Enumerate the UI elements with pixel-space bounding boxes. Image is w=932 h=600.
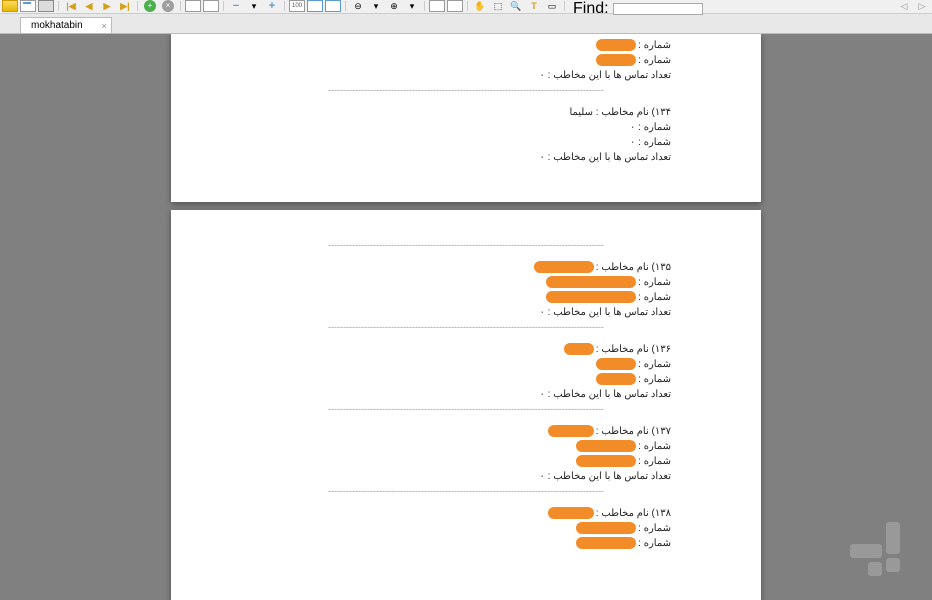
entry-divider: ----------------------------------------… [171, 402, 761, 420]
entry-divider: ----------------------------------------… [171, 83, 761, 101]
prev-page-icon[interactable]: ◀ [81, 0, 97, 12]
select-tool-icon[interactable]: ⬚ [490, 0, 506, 12]
entry-divider: ----------------------------------------… [171, 320, 761, 338]
separator [284, 1, 285, 11]
redaction [548, 507, 594, 519]
contact-entry: ۱۳۸) نام مخاطب :شماره :شماره : [171, 502, 761, 551]
sound-prev-icon[interactable]: ◁ [896, 0, 912, 12]
zoom-dropdown-icon[interactable]: ▾ [246, 0, 262, 12]
separator [137, 1, 138, 11]
redaction [596, 54, 636, 66]
zoom-out-icon[interactable]: − [228, 0, 244, 12]
pages-icon[interactable] [447, 0, 463, 12]
contact-number-line: شماره : [171, 290, 671, 305]
contact-entry: شماره :شماره :تعداد تماس ها با این مخاطب… [171, 34, 761, 83]
highlight-icon[interactable]: ▭ [544, 0, 560, 12]
separator [180, 1, 181, 11]
redaction [596, 39, 636, 51]
zoom-100-icon[interactable]: 100 [289, 0, 305, 12]
redaction [596, 373, 636, 385]
entry-divider: ----------------------------------------… [171, 484, 761, 502]
contact-name-line: ۱۳۶) نام مخاطب : [171, 342, 671, 357]
contact-name-line: ۱۳۴) نام مخاطب : سلیما [171, 105, 671, 120]
find-box: Find: [573, 0, 703, 18]
separator [58, 1, 59, 11]
contact-number-line: شماره : [171, 38, 671, 53]
zoom-dropdown3-icon[interactable]: ▾ [404, 0, 420, 12]
redaction [564, 343, 594, 355]
contact-number-line: شماره : [171, 275, 671, 290]
pdf-page: شماره :شماره :تعداد تماس ها با این مخاطب… [171, 34, 761, 202]
tab-bar: mokhatabin × [0, 14, 932, 34]
entry-divider: ----------------------------------------… [171, 238, 761, 256]
hand-tool-icon[interactable]: ✋ [472, 0, 488, 12]
next-page-icon[interactable]: ▶ [99, 0, 115, 12]
document-viewport[interactable]: شماره :شماره :تعداد تماس ها با این مخاطب… [0, 34, 932, 600]
single-page-icon[interactable] [185, 0, 201, 12]
redaction [534, 261, 594, 273]
contact-calls-line: تعداد تماس ها با این مخاطب : ۰ [171, 469, 671, 484]
contact-name-line: ۱۳۵) نام مخاطب : [171, 260, 671, 275]
contact-number-line: شماره : [171, 357, 671, 372]
nav-stop-icon[interactable]: × [160, 0, 176, 12]
separator [467, 1, 468, 11]
tab-title: mokhatabin [31, 20, 83, 31]
contact-name-line: ۱۳۸) نام مخاطب : [171, 506, 671, 521]
contact-name-line: ۱۳۷) نام مخاطب : [171, 424, 671, 439]
redaction [576, 455, 636, 467]
redaction [546, 291, 636, 303]
contact-calls-line: تعداد تماس ها با این مخاطب : ۰ [171, 150, 671, 165]
open-icon[interactable] [2, 0, 18, 12]
zoom-in-circle-icon[interactable]: ⊕ [386, 0, 402, 12]
zoom-in-icon[interactable]: + [264, 0, 280, 12]
contact-number-line: شماره : ۰ [171, 135, 671, 150]
contact-entry: ۱۳۶) نام مخاطب :شماره :شماره :تعداد تماس… [171, 338, 761, 402]
redaction [576, 522, 636, 534]
contact-number-line: شماره : ۰ [171, 120, 671, 135]
close-tab-icon[interactable]: × [101, 21, 106, 31]
contact-calls-line: تعداد تماس ها با این مخاطب : ۰ [171, 68, 671, 83]
contact-number-line: شماره : [171, 536, 671, 551]
redaction [576, 440, 636, 452]
contact-entry: ۱۳۵) نام مخاطب :شماره :شماره :تعداد تماس… [171, 256, 761, 320]
first-page-icon[interactable]: |◀ [63, 0, 79, 12]
print-icon[interactable] [38, 0, 54, 12]
redaction [576, 537, 636, 549]
find-label: Find: [573, 0, 609, 18]
separator [345, 1, 346, 11]
contact-entry: ۱۳۴) نام مخاطب : سلیماشماره : ۰شماره : ۰… [171, 101, 761, 165]
sound-next-icon[interactable]: ▷ [914, 0, 930, 12]
nav-add-icon[interactable]: + [142, 0, 158, 12]
save-icon[interactable] [20, 0, 36, 12]
zoom-dropdown2-icon[interactable]: ▾ [368, 0, 384, 12]
fit-page-icon[interactable] [325, 0, 341, 12]
separator [424, 1, 425, 11]
page-icon[interactable] [429, 0, 445, 12]
find-input[interactable] [613, 3, 703, 15]
zoom-out-circle-icon[interactable]: ⊖ [350, 0, 366, 12]
contact-entry: ۱۳۷) نام مخاطب :شماره :شماره :تعداد تماس… [171, 420, 761, 484]
contact-number-line: شماره : [171, 53, 671, 68]
pdf-page: ----------------------------------------… [171, 210, 761, 600]
last-page-icon[interactable]: ▶| [117, 0, 133, 12]
contact-number-line: شماره : [171, 372, 671, 387]
text-select-icon[interactable]: T [526, 0, 542, 12]
contact-calls-line: تعداد تماس ها با این مخاطب : ۰ [171, 305, 671, 320]
separator [564, 1, 565, 11]
redaction [596, 358, 636, 370]
contact-number-line: شماره : [171, 454, 671, 469]
document-tab[interactable]: mokhatabin × [20, 17, 112, 33]
contact-number-line: شماره : [171, 439, 671, 454]
fit-width-icon[interactable] [307, 0, 323, 12]
main-toolbar: |◀ ◀ ▶ ▶| + × − ▾ + 100 ⊖ ▾ ⊕ ▾ ✋ ⬚ 🔍 T … [0, 0, 932, 14]
binoculars-icon[interactable]: 🔍 [508, 0, 524, 12]
continuous-page-icon[interactable] [203, 0, 219, 12]
redaction [546, 276, 636, 288]
redaction [548, 425, 594, 437]
separator [223, 1, 224, 11]
contact-number-line: شماره : [171, 521, 671, 536]
contact-calls-line: تعداد تماس ها با این مخاطب : ۰ [171, 387, 671, 402]
